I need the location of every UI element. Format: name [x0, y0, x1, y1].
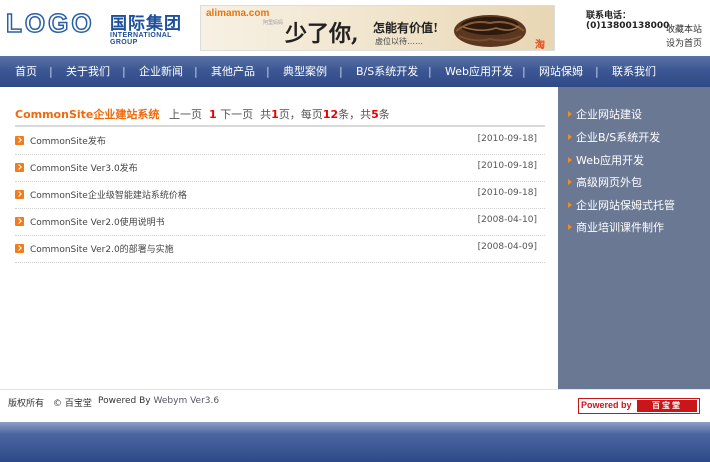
news-bullet-icon — [15, 217, 24, 226]
arrow-right-icon — [568, 179, 572, 185]
pager-total-items: 5 — [371, 108, 379, 121]
sidebar-item-label: 企业网站建设 — [576, 108, 642, 121]
sidebar: 企业网站建设 企业B/S系统开发 Web应用开发 高级网页外包 企业网站保姆式托… — [558, 87, 710, 389]
news-row[interactable]: CommonSite Ver2.0的部署与实施 [2008-04-09] — [15, 236, 545, 263]
news-bullet-icon — [15, 163, 24, 172]
nav-web-development[interactable]: Web应用开发 — [445, 56, 513, 87]
set-homepage-link[interactable]: 设为首页 — [666, 36, 702, 49]
nav-separator: | — [194, 65, 198, 78]
nav-about[interactable]: 关于我们 — [66, 56, 110, 87]
news-date: [2008-04-09] — [477, 242, 537, 252]
nav-home[interactable]: 首页 — [15, 56, 37, 87]
pager-total-suffix: 页，每页 — [278, 108, 323, 121]
banner-brand: alimama.com — [206, 8, 270, 19]
pager-current-page: 1 — [209, 108, 217, 121]
news-row[interactable]: CommonSite Ver2.0使用说明书 [2008-04-10] — [15, 209, 545, 236]
arrow-right-icon — [568, 202, 572, 208]
logo-company-english: INTERNATIONAL GROUP — [110, 32, 172, 46]
sidebar-item-label: 企业网站保姆式托管 — [576, 199, 675, 212]
bird-nest-image — [454, 15, 526, 47]
pager-next[interactable]: 下一页 — [220, 108, 253, 121]
news-title[interactable]: CommonSite Ver2.0的部署与实施 — [30, 242, 174, 255]
title-divider — [15, 125, 545, 127]
pager-total-prefix: 共 — [260, 108, 272, 121]
nav-news[interactable]: 企业新闻 — [139, 56, 183, 87]
pager-per-page: 12 — [322, 108, 339, 121]
sidebar-item-hosting[interactable]: 企业网站保姆式托管 — [568, 197, 675, 213]
news-title[interactable]: CommonSite Ver2.0使用说明书 — [30, 215, 165, 228]
sidebar-item-label: Web应用开发 — [576, 154, 644, 167]
nav-separator: | — [266, 65, 270, 78]
powered-by-label: Powered By — [98, 396, 151, 406]
news-bullet-icon — [15, 244, 24, 253]
arrow-right-icon — [568, 134, 572, 140]
ad-banner[interactable]: alimama.com 阿里妈妈 少了你, 怎能有价值! 虚位以待…… 淘 — [200, 5, 555, 51]
sidebar-item-label: 高级网页外包 — [576, 176, 642, 189]
nav-separator: | — [595, 65, 599, 78]
powered-by-badge[interactable]: Powered by 百宝堂 — [578, 398, 700, 414]
logo-company-name: 国际集团 — [110, 14, 182, 34]
arrow-right-icon — [568, 111, 572, 117]
nav-separator: | — [49, 65, 53, 78]
sidebar-item-bs-development[interactable]: 企业B/S系统开发 — [568, 129, 660, 145]
header: LOGO 国际集团 INTERNATIONAL GROUP alimama.co… — [0, 0, 710, 56]
nav-separator: | — [122, 65, 126, 78]
badge-powered-text: Powered by — [581, 400, 632, 410]
news-title[interactable]: CommonSite发布 — [30, 134, 106, 147]
main-nav: 首页 | 关于我们 | 企业新闻 | 其他产品 | 典型案例 | B/S系统开发… — [0, 56, 710, 87]
pager-prev[interactable]: 上一页 — [169, 108, 202, 121]
page-title: CommonSite企业建站系统 — [15, 108, 160, 121]
sidebar-item-web-development[interactable]: Web应用开发 — [568, 152, 644, 168]
arrow-right-icon — [568, 157, 572, 163]
news-bullet-icon — [15, 190, 24, 199]
logo-wordmark: LOGO — [5, 7, 95, 39]
news-row[interactable]: CommonSite Ver3.0发布 [2010-09-18] — [15, 155, 545, 182]
news-date: [2010-09-18] — [477, 161, 537, 171]
nav-contact[interactable]: 联系我们 — [612, 56, 656, 87]
news-title[interactable]: CommonSite Ver3.0发布 — [30, 161, 138, 174]
banner-tagline: 虚位以待…… — [375, 37, 423, 46]
nav-separator: | — [428, 65, 432, 78]
pager-total-items-suffix: 条 — [378, 108, 390, 121]
sidebar-item-label: 商业培训课件制作 — [576, 221, 664, 234]
badge-brand: 百宝堂 — [637, 400, 697, 412]
content-area: CommonSite企业建站系统 上一页 1 下一页 共1页，每页12条，共5条… — [0, 87, 558, 389]
news-date: [2010-09-18] — [477, 134, 537, 144]
bottom-decor-bar — [0, 422, 710, 462]
powered-by: Powered By Webym Ver3.6 — [98, 396, 219, 406]
pager-total-pages: 1 — [271, 108, 279, 121]
pagination: 上一页 1 下一页 共1页，每页12条，共5条 — [169, 106, 390, 122]
footer: 版权所有 © 百宝堂 Powered By Webym Ver3.6 Power… — [0, 389, 710, 422]
news-date: [2010-09-18] — [477, 188, 537, 198]
pager-per-page-suffix: 条，共 — [338, 108, 372, 121]
banner-subtext: 阿里妈妈 — [263, 20, 284, 26]
sidebar-item-training[interactable]: 商业培训课件制作 — [568, 219, 664, 235]
news-row[interactable]: CommonSite发布 [2010-09-18] — [15, 128, 545, 155]
news-row[interactable]: CommonSite企业级智能建站系统价格 [2010-09-18] — [15, 182, 545, 209]
nav-separator: | — [522, 65, 526, 78]
news-title[interactable]: CommonSite企业级智能建站系统价格 — [30, 188, 187, 201]
sidebar-item-label: 企业B/S系统开发 — [576, 131, 661, 144]
arrow-right-icon — [568, 224, 572, 230]
news-bullet-icon — [15, 136, 24, 145]
copyright: 版权所有 © 百宝堂 — [8, 399, 92, 409]
powered-by-version[interactable]: Webym Ver3.6 — [154, 396, 220, 406]
banner-headline-2: 怎能有价值! — [373, 21, 439, 35]
taobao-badge: 淘 — [535, 40, 545, 51]
banner-headline: 少了你, — [285, 21, 359, 47]
sidebar-item-web-outsourcing[interactable]: 高级网页外包 — [568, 174, 642, 190]
bookmark-link[interactable]: 收藏本站 — [666, 22, 702, 35]
nav-cases[interactable]: 典型案例 — [283, 56, 327, 87]
nav-products[interactable]: 其他产品 — [211, 56, 255, 87]
nav-bs-development[interactable]: B/S系统开发 — [356, 56, 418, 87]
nav-site-nanny[interactable]: 网站保姆 — [539, 56, 583, 87]
news-date: [2008-04-10] — [477, 215, 537, 225]
sidebar-item-website-building[interactable]: 企业网站建设 — [568, 106, 642, 122]
logo[interactable]: LOGO 国际集团 INTERNATIONAL GROUP — [5, 7, 192, 46]
nav-separator: | — [339, 65, 343, 78]
